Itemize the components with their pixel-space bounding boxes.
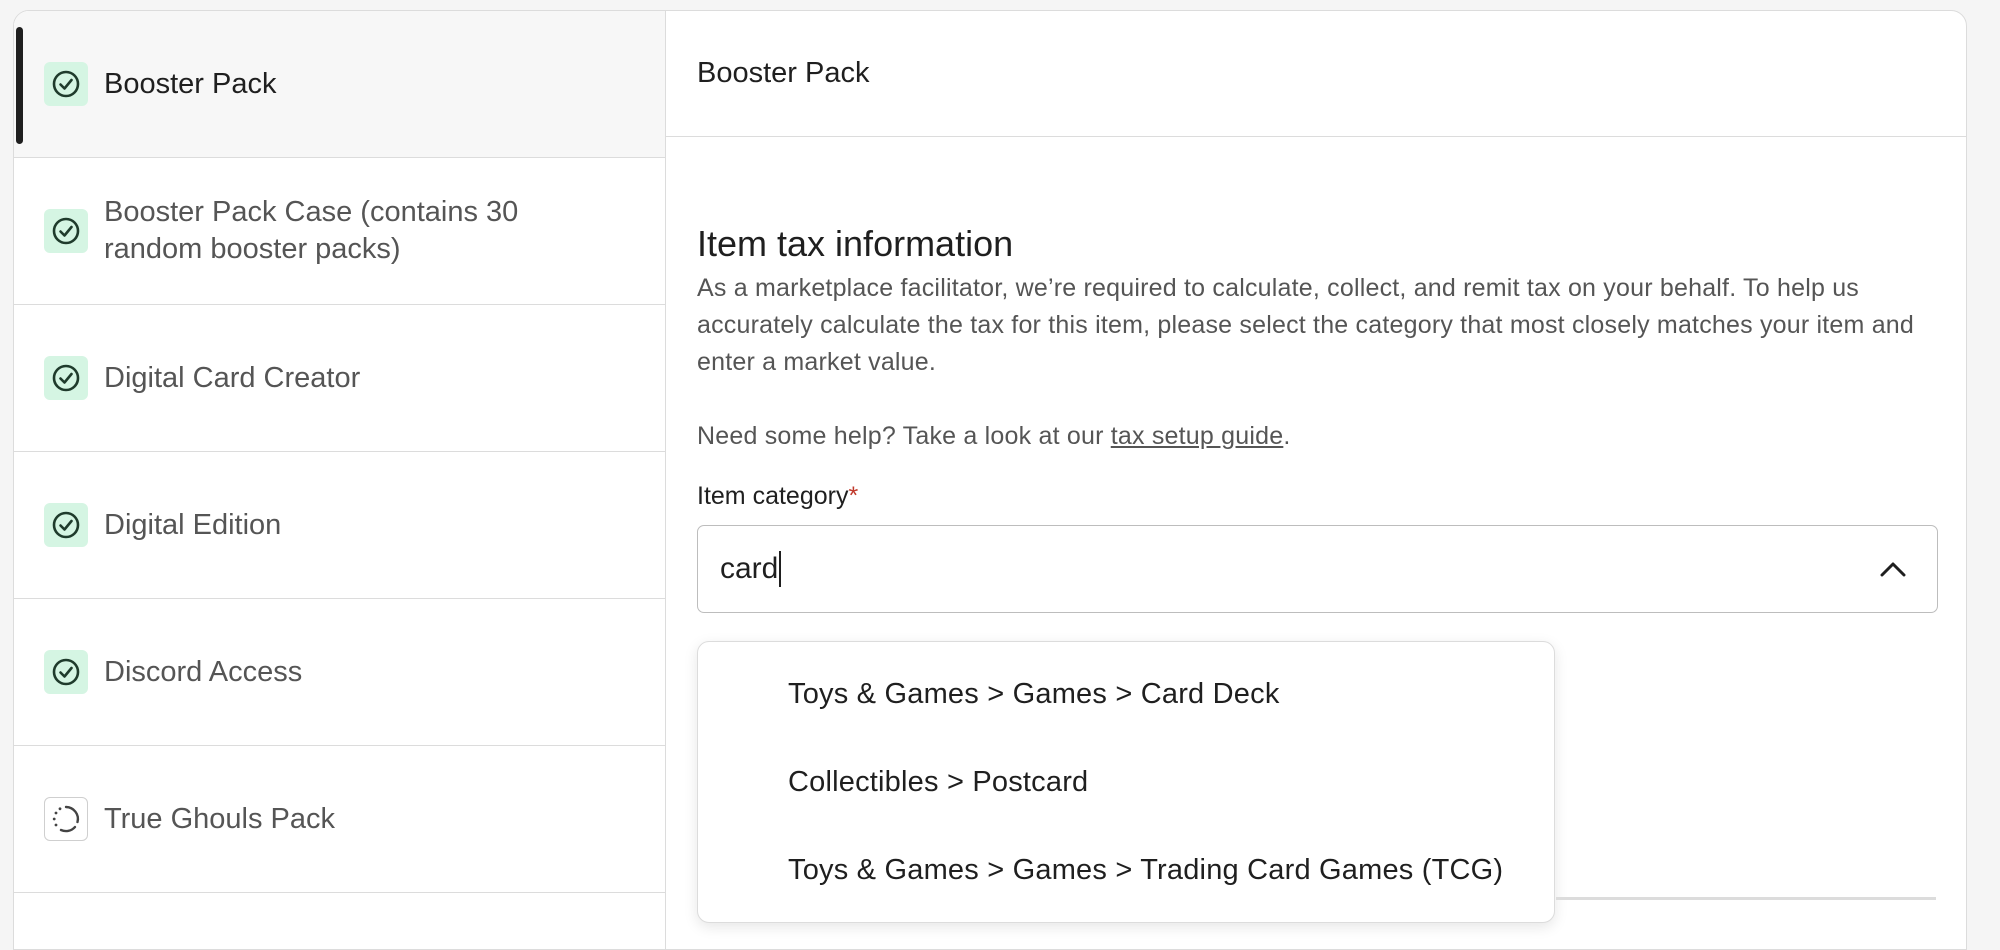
- help-text: Need some help? Take a look at our tax s…: [697, 418, 1935, 455]
- dropdown-option[interactable]: Toys & Games > Games > Trading Card Game…: [698, 826, 1554, 914]
- sidebar-item-label: Discord Access: [104, 655, 303, 688]
- text-cursor: [779, 551, 782, 587]
- sidebar-item-booster-pack-case[interactable]: Booster Pack Case (contains 30 random bo…: [14, 158, 665, 305]
- sidebar-item-label: Digital Edition: [104, 508, 282, 541]
- sidebar-item-true-ghouls-pack[interactable]: True Ghouls Pack: [14, 746, 665, 893]
- sidebar-item-booster-pack[interactable]: Booster Pack: [14, 11, 665, 158]
- sidebar-item-discord-access[interactable]: Discord Access: [14, 599, 665, 746]
- tax-info-section: Item tax information As a marketplace fa…: [666, 222, 1966, 613]
- item-category-combobox[interactable]: card: [697, 525, 1938, 613]
- sidebar-item-digital-edition[interactable]: Digital Edition: [14, 452, 665, 599]
- check-circle-icon: [44, 356, 88, 400]
- item-category-input-value: card: [720, 552, 779, 585]
- section-title: Item tax information: [697, 223, 1014, 264]
- page-title: Booster Pack: [666, 11, 1966, 137]
- check-circle-icon: [44, 503, 88, 547]
- sidebar-item-label: Booster Pack Case (contains 30 random bo…: [104, 196, 519, 265]
- chevron-up-icon[interactable]: [1871, 547, 1915, 591]
- main-panel: Booster Pack Item tax information As a m…: [666, 11, 1966, 949]
- item-category-input[interactable]: card: [720, 551, 782, 587]
- sidebar-item-digital-card-creator[interactable]: Digital Card Creator: [14, 305, 665, 452]
- help-text-prefix: Need some help? Take a look at our: [697, 422, 1111, 450]
- check-circle-icon: [44, 650, 88, 694]
- item-category-label-text: Item category: [697, 482, 849, 510]
- check-circle-icon: [44, 62, 88, 106]
- check-circle-icon: [44, 209, 88, 253]
- app-frame: Booster Pack Booster Pack Case (contains…: [13, 10, 1967, 950]
- tax-setup-guide-link[interactable]: tax setup guide: [1111, 422, 1284, 450]
- dropdown-option[interactable]: Collectibles > Postcard: [698, 738, 1554, 826]
- sidebar-item-label: Booster Pack: [104, 67, 277, 100]
- help-text-suffix: .: [1283, 422, 1291, 450]
- item-category-label: Item category*: [697, 479, 1935, 513]
- section-description: As a marketplace facilitator, we’re requ…: [697, 274, 1915, 376]
- sidebar: Booster Pack Booster Pack Case (contains…: [14, 11, 666, 949]
- required-marker: *: [848, 482, 859, 510]
- sidebar-item-label: True Ghouls Pack: [104, 802, 336, 835]
- item-category-dropdown: Toys & Games > Games > Card Deck Collect…: [697, 641, 1555, 923]
- loading-spinner-icon: [44, 797, 88, 841]
- divider: [1556, 897, 1936, 900]
- sidebar-item-label: Digital Card Creator: [104, 361, 361, 394]
- dropdown-option[interactable]: Toys & Games > Games > Card Deck: [698, 650, 1554, 738]
